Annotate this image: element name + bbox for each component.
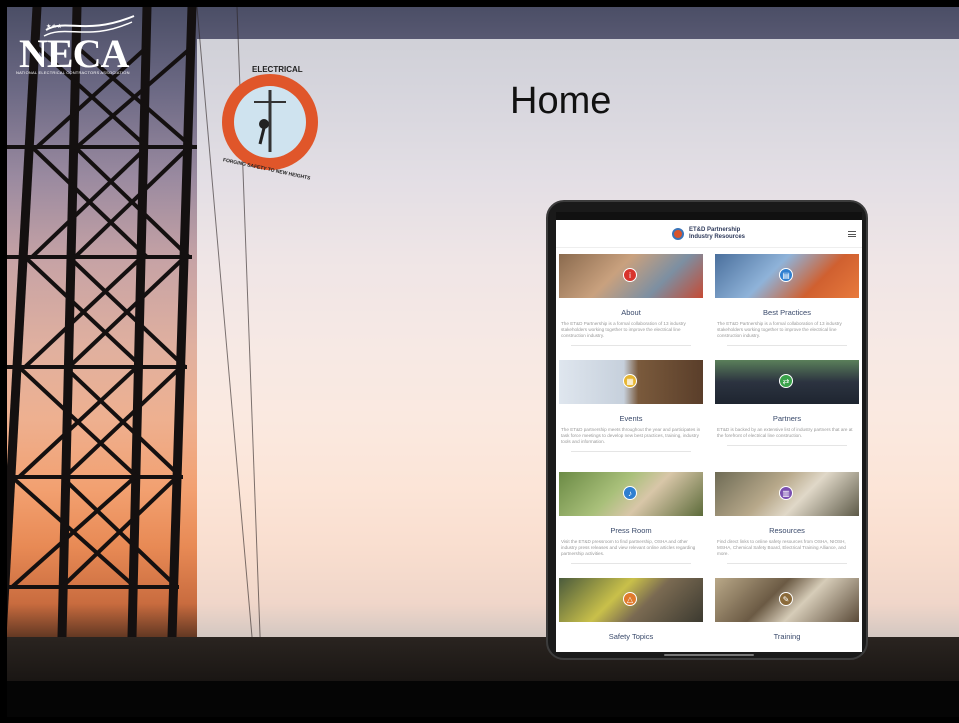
card-image: i [559, 254, 703, 298]
card-title: Resources [769, 526, 805, 535]
card-best-practices[interactable]: ▤ Best Practices The ET&D Partnership is… [715, 254, 859, 346]
divider [571, 451, 691, 452]
app-title-line1: ET&D Partnership [689, 227, 741, 233]
microphone-icon: ♪ [623, 486, 637, 500]
card-resources[interactable]: ▥ Resources Find direct links to online … [715, 472, 859, 564]
book-icon: ▥ [779, 486, 793, 500]
card-description: The ET&D Partnership is a formal collabo… [717, 321, 842, 338]
divider [571, 563, 691, 564]
card-title: Training [773, 632, 801, 641]
card-title: Press Room [610, 526, 652, 535]
app-header: ET&D Partnership Industry Resources [556, 220, 862, 248]
warning-icon: △ [623, 592, 637, 606]
divider [727, 445, 847, 446]
reflection-strip [7, 681, 959, 717]
partnership-badge-logo: ELECTRICAL FORGING SAFETY TO NEW HEIGHTS [222, 65, 318, 180]
card-safety-topics[interactable]: △ Safety Topics [559, 578, 703, 641]
app-title-line2: Industry Resources [689, 234, 746, 240]
pencil-icon: ✎ [779, 592, 793, 606]
card-description: The ET&D Partnership is a formal collabo… [561, 321, 686, 338]
app-logo-icon[interactable] [672, 228, 684, 240]
status-bar [556, 212, 862, 220]
card-description: Find direct links to online safety resou… [717, 539, 846, 556]
card-description: The ET&D partnership meets throughout th… [561, 427, 701, 444]
card-title: Best Practices [763, 308, 811, 317]
neca-tagline: NATIONAL ELECTRICAL CONTRACTORS ASSOCIAT… [16, 70, 130, 75]
card-title: Partners [772, 414, 802, 423]
neca-logo: ★★★ NECA NATIONAL ELECTRICAL CONTRACTORS… [16, 14, 136, 76]
card-events[interactable]: ▦ Events The ET&D partnership meets thro… [559, 360, 703, 452]
card-training[interactable]: ✎ Training [715, 578, 859, 641]
tablet-screen: ET&D Partnership Industry Resources i Ab… [556, 212, 862, 652]
card-about[interactable]: i About The ET&D Partnership is a formal… [559, 254, 703, 346]
svg-text:★★★: ★★★ [46, 23, 62, 30]
app-title: ET&D Partnership Industry Resources [689, 227, 745, 241]
card-title: About [621, 308, 641, 317]
tablet-mockup: ET&D Partnership Industry Resources i Ab… [546, 200, 868, 660]
card-press-room[interactable]: ♪ Press Room Visit the ET&D pressroom to… [559, 472, 703, 564]
card-image: ⇄ [715, 360, 859, 404]
badge-top-text: ELECTRICAL [252, 65, 303, 74]
handshake-icon: ⇄ [779, 374, 793, 388]
info-icon: i [623, 268, 637, 282]
card-title: Events [619, 414, 643, 423]
card-image: ▦ [559, 360, 703, 404]
slide-title: Home [510, 80, 612, 122]
card-image: △ [559, 578, 703, 622]
clipboard-icon: ▤ [779, 268, 793, 282]
hamburger-menu-icon[interactable] [848, 231, 856, 237]
card-title: Safety Topics [608, 632, 654, 641]
card-partners[interactable]: ⇄ Partners ET&D is backed by an extensiv… [715, 360, 859, 446]
card-description: Visit the ET&D pressroom to find partner… [561, 539, 696, 556]
divider [571, 345, 691, 346]
card-image: ▥ [715, 472, 859, 516]
tablet-home-indicator [664, 654, 754, 656]
divider [727, 345, 847, 346]
card-image: ♪ [559, 472, 703, 516]
card-image: ▤ [715, 254, 859, 298]
card-description: ET&D is backed by an extensive list of i… [717, 427, 853, 438]
divider [727, 563, 847, 564]
card-image: ✎ [715, 578, 859, 622]
calendar-icon: ▦ [623, 374, 637, 388]
